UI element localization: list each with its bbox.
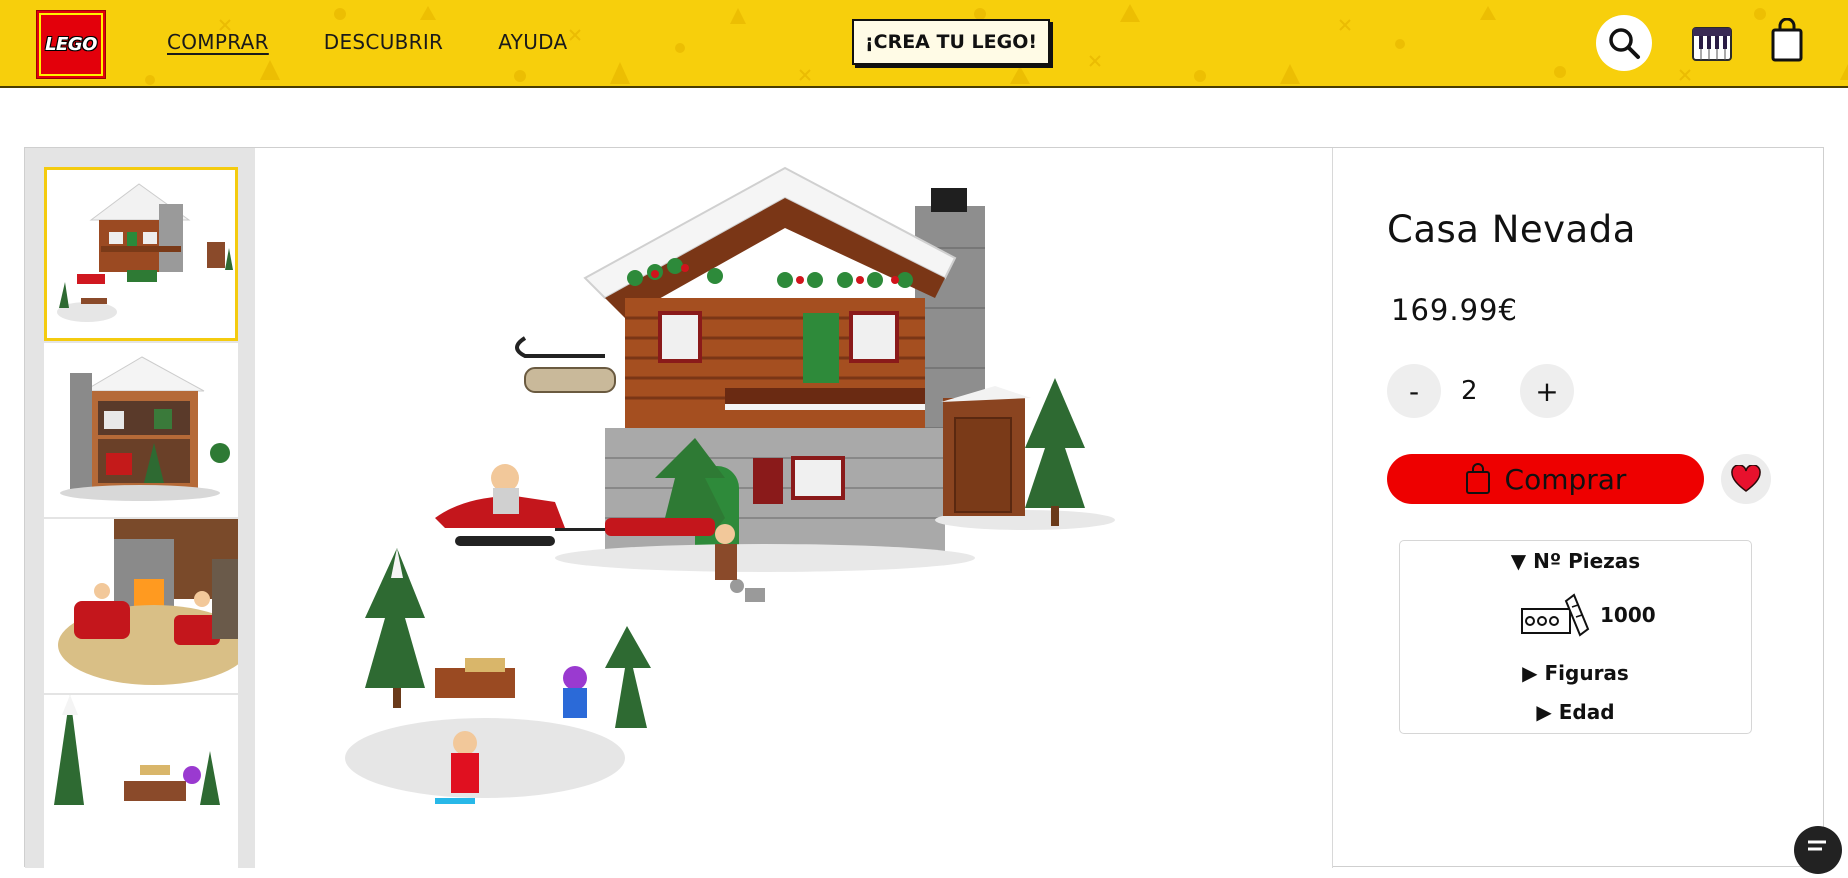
fireplace-thumbnail — [58, 519, 238, 685]
shopping-bag-icon — [1771, 17, 1803, 62]
buy-label: Comprar — [1504, 462, 1627, 496]
bricks-icon — [1521, 593, 1590, 637]
thumbnail-gallery — [25, 148, 255, 869]
buy-button[interactable]: Comprar — [1387, 454, 1704, 504]
cart-button[interactable] — [1770, 17, 1804, 62]
search-icon — [1609, 28, 1640, 59]
thumbnail-2[interactable] — [44, 343, 238, 517]
chat-icon — [1808, 840, 1826, 851]
favorite-button[interactable] — [1721, 454, 1771, 504]
piano-button[interactable] — [1692, 24, 1732, 64]
create-lego-button[interactable]: ¡CREA TU LEGO! — [852, 19, 1050, 65]
site-header: LEGO COMPRAR DESCUBRIR AYUDA ¡CREA TU LE… — [0, 0, 1848, 88]
decrease-quantity-button[interactable]: - — [1387, 364, 1441, 418]
chalet-main-illustration — [345, 166, 1115, 804]
lego-logo[interactable]: LEGO — [36, 10, 106, 79]
search-button[interactable] — [1596, 15, 1652, 71]
piano-icon — [1692, 27, 1732, 61]
shopping-bag-icon — [1465, 463, 1490, 494]
nav-comprar[interactable]: COMPRAR — [167, 30, 269, 54]
product-panel: Casa Nevada 169.99€ - 2 + Comprar ▼ Nº P… — [24, 147, 1825, 869]
increase-quantity-button[interactable]: + — [1520, 364, 1574, 418]
pieces-value: 1000 — [1600, 603, 1656, 627]
main-nav: COMPRAR DESCUBRIR AYUDA — [167, 30, 567, 54]
age-toggle[interactable]: ▶ Edad — [1400, 700, 1751, 724]
thumbnail-3[interactable] — [44, 519, 238, 693]
pieces-toggle[interactable]: ▼ Nº Piezas — [1400, 549, 1751, 573]
nav-ayuda[interactable]: AYUDA — [498, 30, 567, 54]
product-info: Casa Nevada 169.99€ - 2 + Comprar ▼ Nº P… — [1333, 148, 1825, 868]
chalet-back-thumbnail — [60, 356, 230, 501]
figures-toggle[interactable]: ▶ Figuras — [1400, 661, 1751, 685]
product-title: Casa Nevada — [1387, 208, 1636, 251]
heart-icon — [1731, 465, 1761, 492]
chalet-front-thumbnail — [57, 183, 233, 322]
thumbnail-1[interactable] — [44, 167, 238, 341]
product-price: 169.99€ — [1391, 293, 1518, 327]
logo-text: LEGO — [45, 34, 97, 55]
main-product-image — [255, 148, 1333, 868]
pieces-detail: 1000 — [1520, 593, 1656, 637]
quantity-value: 2 — [1461, 376, 1478, 406]
nav-descubrir[interactable]: DESCUBRIR — [324, 30, 443, 54]
product-specs: ▼ Nº Piezas 1000 ▶ Figuras ▶ Edad — [1399, 540, 1752, 734]
chat-button[interactable] — [1794, 826, 1842, 874]
outdoor-scene-thumbnail — [54, 695, 220, 805]
thumbnail-4[interactable] — [44, 695, 238, 869]
